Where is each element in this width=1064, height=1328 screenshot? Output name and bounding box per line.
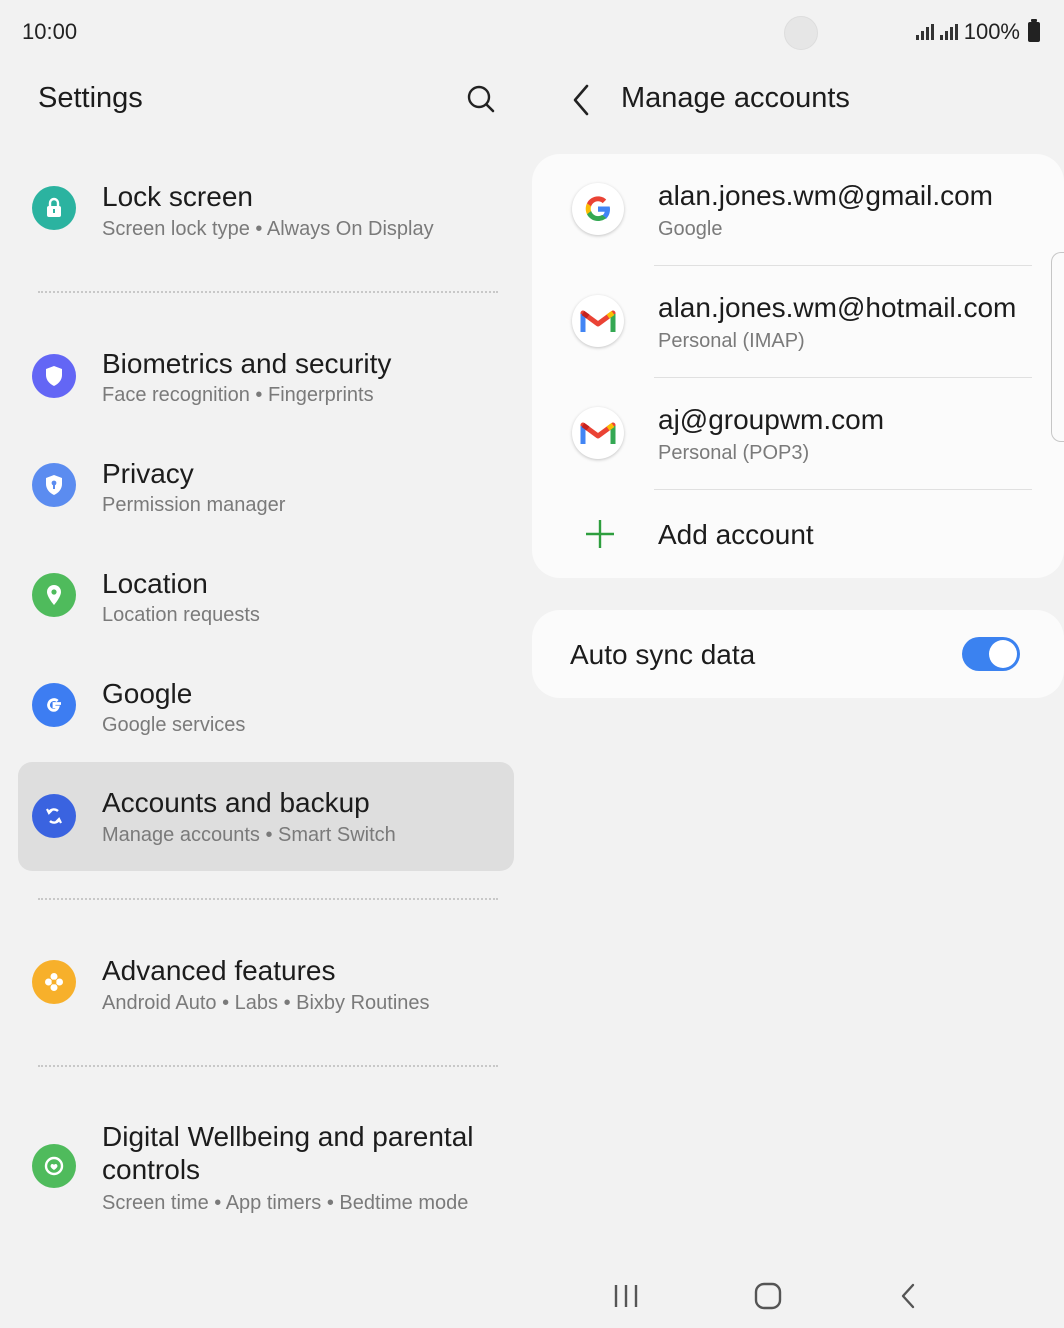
settings-item-title: Biometrics and security: [102, 348, 392, 379]
settings-item-title: Privacy: [102, 458, 194, 489]
chevron-left-icon: [573, 84, 589, 116]
settings-item-biometrics[interactable]: Biometrics and security Face recognition…: [18, 320, 514, 430]
settings-item-lock-screen[interactable]: Lock screen Screen lock type • Always On…: [18, 152, 514, 272]
back-button[interactable]: [566, 80, 598, 120]
google-g-icon: [32, 683, 76, 727]
settings-item-title: Lock screen: [102, 181, 253, 212]
settings-item-subtitle: Location requests: [102, 604, 260, 626]
settings-item-title: Google: [102, 678, 193, 709]
camera-cutout: [784, 16, 818, 50]
shield-icon: [32, 354, 76, 398]
wellbeing-icon: [32, 1144, 76, 1188]
search-icon: [467, 85, 495, 113]
back-icon: [901, 1283, 915, 1309]
status-bar: 10:00 100%: [0, 0, 1064, 64]
settings-item-title-cont: controls: [102, 1154, 201, 1185]
signal-icon: [939, 24, 958, 40]
navigation-bar: [532, 1264, 1064, 1328]
recent-apps-button[interactable]: [604, 1274, 648, 1318]
settings-item-title: Accounts and backup: [102, 787, 370, 818]
account-type: Personal (IMAP): [658, 330, 805, 352]
gmail-logo-icon: [572, 407, 624, 459]
settings-item-subtitle: Manage accounts • Smart Switch: [102, 824, 396, 846]
accounts-card: alan.jones.wm@gmail.com Google alan.jone…: [532, 154, 1064, 578]
sync-icon: [32, 794, 76, 838]
divider: [38, 291, 498, 293]
settings-item-subtitle: Screen time • App timers • Bedtime mode: [102, 1192, 469, 1214]
account-row[interactable]: alan.jones.wm@gmail.com Google: [532, 154, 1064, 266]
account-type: Personal (POP3): [658, 442, 810, 464]
settings-item-accounts-backup[interactable]: Accounts and backup Manage accounts • Sm…: [18, 762, 514, 871]
google-logo-icon: [572, 183, 624, 235]
divider: [38, 898, 498, 900]
account-email: alan.jones.wm@gmail.com: [658, 180, 993, 211]
settings-item-title: Advanced features: [102, 955, 336, 986]
panel-edge-handle[interactable]: [1051, 252, 1064, 442]
privacy-shield-icon: [32, 463, 76, 507]
account-email: alan.jones.wm@hotmail.com: [658, 292, 1017, 323]
settings-item-subtitle: Android Auto • Labs • Bixby Routines: [102, 992, 430, 1014]
account-email: aj@groupwm.com: [658, 404, 885, 435]
settings-item-subtitle: Google services: [102, 714, 246, 736]
plus-icon: [586, 520, 614, 548]
location-pin-icon: [32, 573, 76, 617]
recents-icon: [614, 1285, 638, 1307]
signal-icon: [915, 24, 934, 40]
status-time: 10:00: [22, 19, 78, 44]
divider: [38, 1065, 498, 1067]
settings-item-subtitle: Face recognition • Fingerprints: [102, 384, 374, 406]
gmail-logo-icon: [572, 295, 624, 347]
page-title: Manage accounts: [621, 82, 850, 114]
back-nav-button[interactable]: [886, 1274, 930, 1318]
account-type: Google: [658, 218, 723, 240]
account-row[interactable]: alan.jones.wm@hotmail.com Personal (IMAP…: [532, 266, 1064, 378]
settings-item-subtitle: Permission manager: [102, 494, 286, 516]
settings-item-privacy[interactable]: Privacy Permission manager: [18, 430, 514, 540]
account-row[interactable]: aj@groupwm.com Personal (POP3): [532, 378, 1064, 490]
add-account-button[interactable]: Add account: [532, 490, 1064, 578]
settings-item-subtitle: Screen lock type • Always On Display: [102, 218, 434, 240]
auto-sync-toggle[interactable]: [962, 637, 1020, 671]
auto-sync-card[interactable]: Auto sync data: [532, 610, 1064, 698]
gear-flower-icon: [32, 960, 76, 1004]
settings-item-title: Location: [102, 568, 208, 599]
settings-item-location[interactable]: Location Location requests: [18, 540, 514, 650]
settings-item-google[interactable]: Google Google services: [18, 650, 514, 760]
home-icon: [754, 1282, 782, 1310]
auto-sync-label: Auto sync data: [570, 639, 756, 670]
battery-icon: [1028, 19, 1040, 42]
settings-item-title: Digital Wellbeing and parental: [102, 1121, 474, 1152]
battery-percent: 100%: [963, 19, 1020, 44]
home-button[interactable]: [746, 1274, 790, 1318]
settings-panel: Settings Lock screen Screen lock type • …: [0, 64, 532, 1264]
settings-item-advanced-features[interactable]: Advanced features Android Auto • Labs • …: [18, 926, 514, 1046]
status-indicators: 100%: [915, 19, 1040, 45]
add-account-label: Add account: [658, 519, 814, 550]
search-button[interactable]: [462, 80, 502, 120]
settings-item-digital-wellbeing[interactable]: Digital Wellbeing and parental controls …: [18, 1100, 514, 1240]
lock-icon: [32, 186, 76, 230]
settings-title: Settings: [38, 82, 143, 114]
